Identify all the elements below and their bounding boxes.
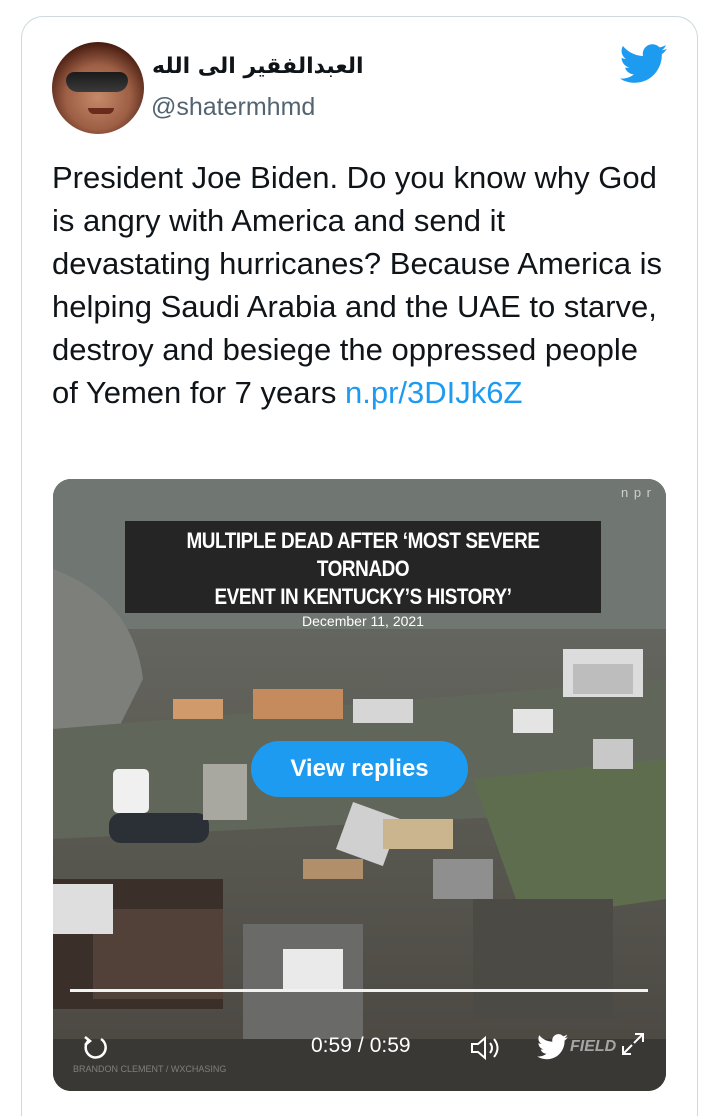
video-controls: 0:59/0:59 FIELD	[53, 1024, 666, 1064]
display-name[interactable]: العبدالفقير الى الله	[152, 54, 364, 79]
volume-icon[interactable]	[469, 1034, 505, 1062]
time-current: 0:59	[311, 1034, 352, 1057]
avatar-glasses	[66, 72, 128, 92]
replay-icon[interactable]	[81, 1034, 109, 1062]
twitter-bird-icon[interactable]	[620, 44, 668, 84]
headline-date: December 11, 2021	[302, 613, 424, 629]
avatar-mouth	[88, 108, 114, 114]
npr-logo: n p r	[620, 485, 652, 500]
headline: MULTIPLE DEAD AFTER ‘MOST SEVERE TORNADO…	[158, 521, 567, 611]
video-progress-bar[interactable]	[70, 989, 648, 992]
headline-line-2: EVENT IN KENTUCKY’S HISTORY’	[214, 584, 512, 609]
view-replies-button[interactable]: View replies	[251, 741, 468, 797]
video-credit: BRANDON CLEMENT / WXCHASING	[73, 1064, 227, 1074]
user-handle[interactable]: @shatermhmd	[151, 93, 315, 122]
video-player[interactable]: n p r MULTIPLE DEAD AFTER ‘MOST SEVERE T…	[53, 479, 666, 1091]
video-time: 0:59/0:59	[311, 1034, 411, 1058]
twitter-bird-icon[interactable]	[537, 1034, 569, 1060]
expand-icon[interactable]	[621, 1032, 645, 1056]
headline-line-1: MULTIPLE DEAD AFTER ‘MOST SEVERE TORNADO	[186, 528, 540, 581]
tweet-link[interactable]: n.pr/3DIJk6Z	[345, 375, 522, 410]
avatar[interactable]	[52, 42, 144, 134]
headline-banner: MULTIPLE DEAD AFTER ‘MOST SEVERE TORNADO…	[125, 521, 601, 629]
time-total: 0:59	[369, 1034, 411, 1057]
time-separator: /	[357, 1034, 364, 1057]
video-watermark: FIELD	[570, 1038, 617, 1055]
tweet-body: President Joe Biden. Do you know why God…	[52, 160, 662, 410]
tweet-text: President Joe Biden. Do you know why God…	[52, 156, 672, 414]
